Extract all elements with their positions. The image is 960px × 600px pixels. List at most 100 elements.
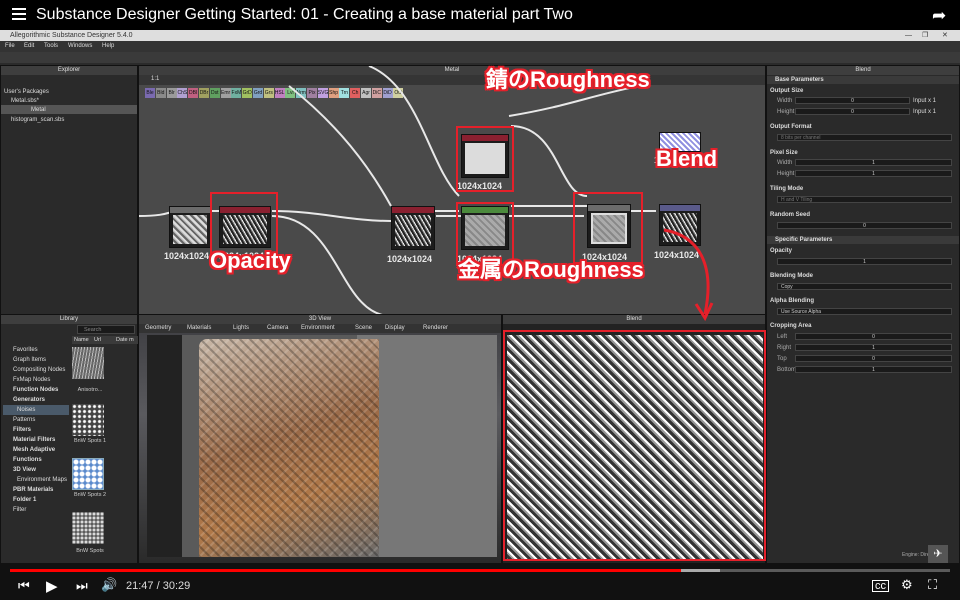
volume-icon[interactable]: 🔊 — [101, 577, 117, 593]
fullscreen-icon[interactable]: ⛶ — [928, 577, 937, 593]
explorer-item-metal-graph[interactable]: Metal — [31, 106, 46, 114]
library-thumb-anisotropic[interactable] — [72, 347, 104, 379]
3d-menu-item[interactable]: Lights — [233, 325, 249, 331]
subtitles-icon[interactable]: cc — [872, 580, 889, 592]
graph-node-noise[interactable] — [169, 206, 211, 248]
send-feedback-icon[interactable]: ✈ — [928, 545, 948, 563]
pixel-size-label: Pixel Size — [770, 150, 798, 156]
library-thumb-bnw-spots-2[interactable] — [72, 458, 104, 490]
3d-view-title: 3D View — [139, 315, 501, 324]
column-date[interactable]: Date m — [116, 336, 134, 344]
minimize-button[interactable]: — — [905, 30, 912, 41]
column-name[interactable]: Name — [74, 336, 89, 344]
previous-icon[interactable]: ⏮ — [18, 578, 30, 594]
pixel-height-label: Height — [777, 171, 795, 177]
explorer-item-metal-sbs[interactable]: Metal.sbs* — [11, 97, 39, 105]
explorer-title: Explorer — [1, 66, 137, 75]
library-category-item[interactable]: Patterns — [3, 415, 69, 425]
tiling-mode-select[interactable]: H and V Tiling — [777, 196, 952, 203]
maximize-button[interactable]: ❐ — [922, 30, 928, 41]
video-title-bar: Substance Designer Getting Started: 01 -… — [0, 0, 960, 30]
next-icon[interactable]: ⏭ — [76, 578, 88, 594]
3d-menu-item[interactable]: Environment — [301, 325, 335, 331]
library-category-item[interactable]: Graph Items — [3, 355, 69, 365]
3d-view-panel[interactable]: 3D View Geometry Materials Lights Camera Env… — [138, 314, 502, 564]
library-thumb-bnw-spots-1[interactable] — [72, 404, 104, 436]
height-mode[interactable]: Input x 1 — [913, 109, 936, 115]
library-category-item[interactable]: Mesh Adaptive — [3, 445, 69, 455]
3d-menu-item[interactable]: Materials — [187, 325, 211, 331]
width-field[interactable]: 0 — [795, 97, 910, 104]
opacity-field[interactable]: 1 — [777, 258, 952, 265]
crop-right-label: Right — [777, 345, 792, 351]
hamburger-menu-icon[interactable] — [12, 8, 26, 20]
library-category-item[interactable]: FxMap Nodes — [3, 375, 69, 385]
3d-menu-item[interactable]: Geometry — [145, 325, 171, 331]
library-category-item[interactable]: PBR Materials — [3, 485, 69, 495]
crop-right-field[interactable]: 1 — [795, 344, 952, 351]
library-category-item[interactable]: Material Filters — [3, 435, 69, 445]
library-category-item[interactable]: Function Nodes — [3, 385, 69, 395]
crop-top-label: Top — [777, 356, 787, 362]
alpha-blending-select[interactable]: Use Source Alpha — [777, 308, 952, 315]
library-category-item[interactable]: Environment Maps — [3, 475, 69, 485]
pixel-width-label: Width — [777, 160, 793, 166]
substance-designer-window: Allegorithmic Substance Designer 5.4.0 —… — [0, 30, 960, 564]
column-url[interactable]: Url — [94, 336, 101, 344]
output-size-label: Output Size — [770, 88, 804, 94]
video-time: 21:47 / 30:29 — [126, 580, 190, 592]
blending-mode-select[interactable]: Copy — [777, 283, 952, 290]
library-search-input[interactable]: Search — [77, 325, 135, 334]
3d-menu-item[interactable]: Camera — [267, 325, 288, 331]
share-arrow-icon[interactable]: ➦ — [932, 6, 946, 26]
crop-left-field[interactable]: 0 — [795, 333, 952, 340]
crop-top-field[interactable]: 0 — [795, 355, 952, 362]
annotation-arrow-icon — [663, 228, 714, 322]
settings-gear-icon[interactable]: ⚙ — [901, 577, 913, 593]
play-icon[interactable]: ▶ — [46, 577, 58, 595]
base-parameters-header[interactable]: Base Parameters — [767, 76, 959, 84]
menu-edit[interactable]: Edit — [24, 41, 34, 52]
highlight-blend-preview — [503, 330, 766, 561]
pixel-height-field[interactable]: 1 — [795, 170, 952, 177]
blending-mode-label: Blending Mode — [770, 273, 813, 279]
library-category-item[interactable]: 3D View — [3, 465, 69, 475]
properties-title: Blend — [767, 66, 959, 75]
menu-file[interactable]: File — [5, 41, 15, 52]
crop-bottom-label: Bottom — [777, 367, 797, 373]
width-label: Width — [777, 98, 793, 104]
video-title[interactable]: Substance Designer Getting Started: 01 -… — [36, 6, 573, 24]
3d-menu-item[interactable]: Display — [385, 325, 405, 331]
height-field[interactable]: 0 — [795, 108, 910, 115]
output-format-select[interactable]: 8 bits per channel — [777, 134, 952, 141]
height-label: Height — [777, 109, 795, 115]
library-category-item[interactable]: Functions — [3, 455, 69, 465]
library-category-item[interactable]: Compositing Nodes — [3, 365, 69, 375]
library-thumb-label: BnW Spots 1 — [73, 438, 107, 444]
library-category-item[interactable]: Filters — [3, 425, 69, 435]
close-button[interactable]: ✕ — [942, 30, 948, 41]
properties-panel: Blend Base Parameters Output Size Width … — [766, 65, 960, 564]
library-category-item[interactable]: Favorites — [3, 345, 69, 355]
width-mode[interactable]: Input x 1 — [913, 98, 936, 104]
menu-tools[interactable]: Tools — [44, 41, 58, 52]
library-category-item[interactable]: Generators — [3, 395, 69, 405]
3d-menu-item[interactable]: Scene — [355, 325, 372, 331]
menu-help[interactable]: Help — [102, 41, 114, 52]
library-category-item[interactable]: Filter — [3, 505, 69, 515]
pixel-width-field[interactable]: 1 — [795, 159, 952, 166]
library-thumb-bnw-spots-3[interactable] — [72, 512, 104, 544]
3d-menu-item[interactable]: Renderer — [423, 325, 448, 331]
specific-parameters-header[interactable]: Specific Parameters — [767, 236, 959, 244]
library-category-item[interactable]: Folder 1 — [3, 495, 69, 505]
random-seed-field[interactable]: 0 — [777, 222, 952, 229]
library-thumb-label: Anisotro... — [77, 387, 103, 393]
crop-bottom-field[interactable]: 1 — [795, 366, 952, 373]
crop-left-label: Left — [777, 334, 788, 340]
library-category-item[interactable]: Noises — [3, 405, 69, 415]
explorer-item-histogram[interactable]: histogram_scan.sbs — [11, 116, 64, 124]
video-progress-bar[interactable] — [10, 569, 950, 572]
graph-node-grunge[interactable] — [391, 206, 435, 250]
menu-windows[interactable]: Windows — [68, 41, 92, 52]
3d-cube-preview — [199, 339, 379, 557]
